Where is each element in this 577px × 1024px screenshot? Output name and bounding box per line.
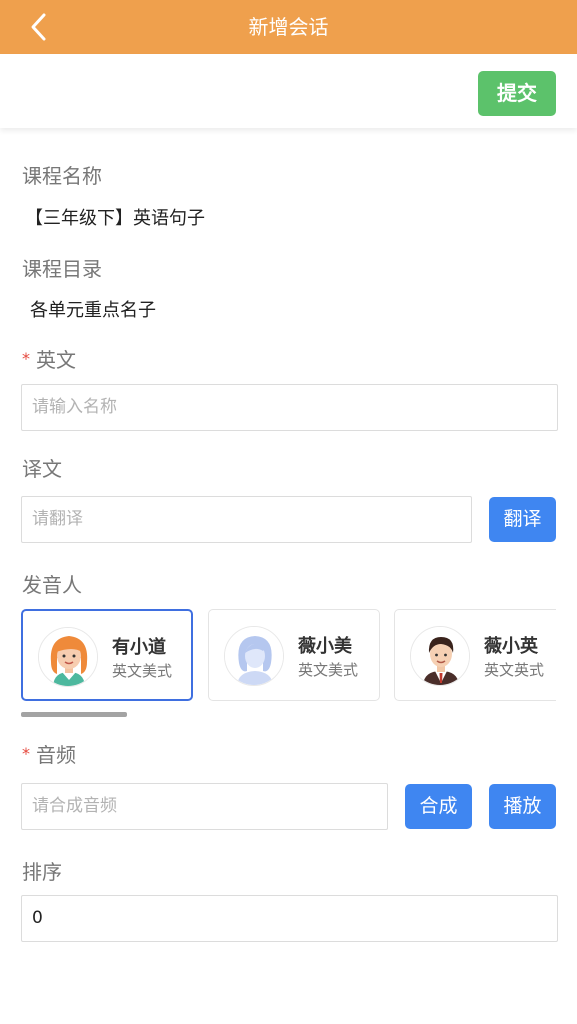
required-mark: * xyxy=(22,349,30,368)
play-button[interactable]: 播放 xyxy=(489,784,556,829)
speaker-name: 有小道 xyxy=(112,637,166,658)
speaker-card-3[interactable]: 薇小英 英文英式 xyxy=(394,609,556,701)
page-title: 新增会话 xyxy=(248,15,329,39)
course-name-label: 课程名称 xyxy=(22,164,102,188)
english-input[interactable]: 请输入名称 xyxy=(21,384,558,431)
required-mark: * xyxy=(22,744,30,763)
speaker-style: 英文美式 xyxy=(112,662,173,680)
speaker-card-2[interactable]: 薇小美 英文美式 xyxy=(208,609,380,701)
sort-input[interactable]: 0 xyxy=(21,895,558,942)
synthesize-button[interactable]: 合成 xyxy=(405,784,472,829)
sort-label: 排序 xyxy=(22,860,62,884)
speaker-style: 英文英式 xyxy=(484,661,545,679)
speaker-scrollbar[interactable] xyxy=(21,712,127,717)
translation-input[interactable]: 请翻译 xyxy=(21,496,472,543)
speaker-card-1[interactable]: 有小道 英文美式 xyxy=(21,609,193,701)
speaker-name: 薇小英 xyxy=(484,636,538,657)
english-label-row: * 英文 xyxy=(22,344,76,373)
speaker-name: 薇小美 xyxy=(298,636,352,657)
speaker-list[interactable]: 有小道 英文美式 薇小美 英文美式 薇小英 英文英式 xyxy=(21,608,556,702)
translate-button[interactable]: 翻译 xyxy=(489,497,556,542)
toolbar: 提交 xyxy=(0,54,577,128)
female-silhouette-avatar-icon xyxy=(224,626,284,686)
submit-button[interactable]: 提交 xyxy=(478,71,556,116)
header-bar: 新增会话 xyxy=(0,0,577,54)
course-catalog-label: 课程目录 xyxy=(22,257,102,281)
audio-label-row: * 音频 xyxy=(22,739,76,768)
audio-label: 音频 xyxy=(36,743,76,767)
speaker-style: 英文美式 xyxy=(298,661,359,679)
audio-input[interactable]: 请合成音频 xyxy=(21,783,388,830)
translation-label: 译文 xyxy=(22,457,62,481)
male-avatar-icon xyxy=(410,626,470,686)
course-catalog-value: 各单元重点名子 xyxy=(30,300,156,321)
english-label: 英文 xyxy=(36,348,76,372)
speaker-label: 发音人 xyxy=(22,573,82,597)
female-avatar-icon xyxy=(38,627,98,687)
course-name-value: 【三年级下】英语句子 xyxy=(25,208,205,229)
